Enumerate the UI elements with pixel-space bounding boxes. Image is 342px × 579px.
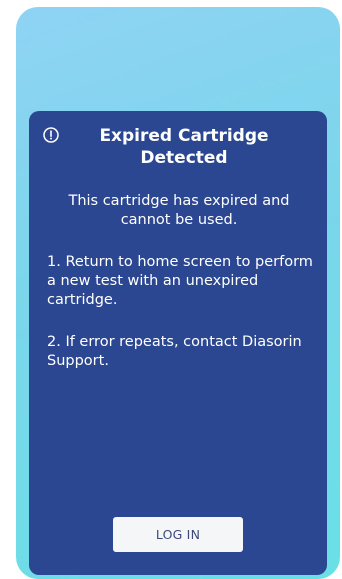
expired-cartridge-dialog: Expired Cartridge Detected This cartridg…	[29, 111, 327, 575]
alert-circle-icon	[43, 127, 59, 143]
instruction-step-1: 1. Return to home screen to perform a ne…	[47, 254, 313, 308]
dialog-title: Expired Cartridge Detected	[99, 126, 269, 168]
dialog-message: This cartridge has expired and cannot be…	[68, 193, 290, 228]
login-button[interactable]: LOG IN	[113, 517, 243, 552]
instruction-step-2: 2. If error repeats, contact Diasorin Su…	[47, 334, 302, 369]
app-screen: Expired Cartridge Detected This cartridg…	[16, 7, 340, 579]
